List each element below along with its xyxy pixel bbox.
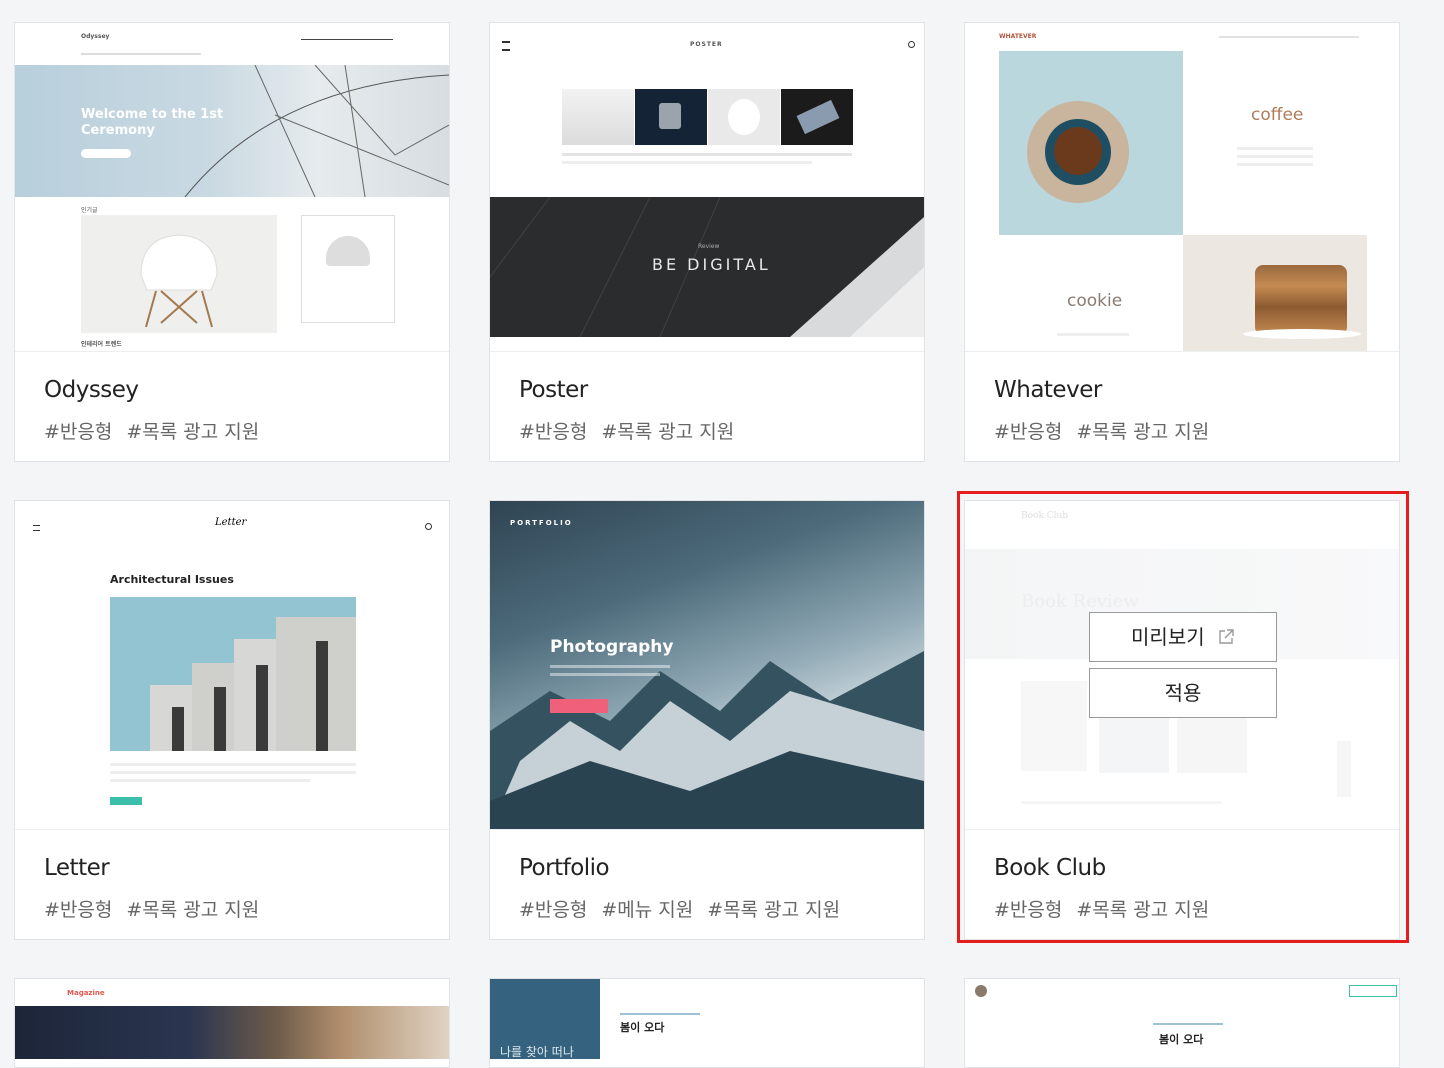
theme-info: Letter #반응형 #목록 광고 지원: [15, 829, 449, 940]
thumb-coffee-image: [999, 51, 1183, 235]
theme-card-row3-right[interactable]: 봄이 오다: [964, 978, 1400, 1068]
theme-card-magazine[interactable]: Magazine: [14, 978, 450, 1068]
thumb-hero: Welcome to the 1st Ceremony: [15, 65, 449, 197]
thumb-section: 인테리어 트렌드: [81, 341, 122, 348]
theme-tags: #반응형 #목록 광고 지원: [44, 895, 273, 922]
theme-tags: #반응형 #메뉴 지원 #목록 광고 지원: [519, 895, 854, 922]
menu-icon: [502, 41, 510, 51]
theme-info: Poster #반응형 #목록 광고 지원: [490, 351, 924, 462]
theme-card-poster[interactable]: POSTER Review BE DIGITAL Poster #반응형 #목록 …: [489, 22, 925, 462]
theme-name: Odyssey: [44, 377, 139, 403]
theme-name: Letter: [44, 855, 110, 881]
tag: #반응형: [44, 899, 113, 921]
thumb-brand: POSTER: [690, 41, 723, 48]
tag: #메뉴 지원: [601, 899, 694, 921]
theme-name: Portfolio: [519, 855, 610, 881]
avatar: [975, 985, 987, 997]
tag: #목록 광고 지원: [601, 421, 735, 443]
thumb-heading: Photography: [550, 637, 674, 657]
tag: #목록 광고 지원: [1076, 421, 1210, 443]
theme-thumbnail: WHATEVER coffee cookie: [965, 23, 1399, 351]
thumb-heading: Welcome to the 1st Ceremony: [81, 107, 224, 138]
thumb-building-image: [110, 597, 356, 751]
theme-info: Odyssey #반응형 #목록 광고 지원: [15, 351, 449, 462]
thumb-heading: 봄이 오다: [1159, 1033, 1204, 1046]
thumb-brand: WHATEVER: [999, 33, 1037, 40]
search-icon: [425, 523, 432, 530]
theme-tags: #반응형 #목록 광고 지원: [44, 417, 273, 444]
thumb-heading: 봄이 오다: [620, 1021, 665, 1034]
search-icon: [908, 41, 915, 48]
thumb-brand: Odyssey: [81, 33, 110, 40]
theme-thumbnail: PORTFOLIO Photography: [490, 501, 924, 829]
thumb-cookie-image: [1183, 235, 1367, 351]
thumb-brand: PORTFOLIO: [510, 519, 573, 527]
thumb-heading: Architectural Issues: [110, 573, 234, 586]
theme-info: Whatever #반응형 #목록 광고 지원: [965, 351, 1399, 462]
thumb-banner: Review BE DIGITAL: [490, 197, 924, 337]
tag: #목록 광고 지원: [707, 899, 841, 921]
thumb-search-bar: [301, 39, 393, 40]
theme-card-row3-middle[interactable]: 나를 찾아 떠나 봄이 오다: [489, 978, 925, 1068]
tag: #목록 광고 지원: [126, 421, 260, 443]
theme-card-letter[interactable]: Letter Architectural Issues Letter #반응형 #…: [14, 500, 450, 940]
tag: #반응형: [519, 899, 588, 921]
thumb-brand: Magazine: [67, 989, 105, 997]
theme-card-whatever[interactable]: WHATEVER coffee cookie Whatever #반응형 #목록 …: [964, 22, 1400, 462]
theme-info: Portfolio #반응형 #메뉴 지원 #목록 광고 지원: [490, 829, 924, 940]
menu-icon: [33, 525, 40, 531]
theme-thumbnail: Letter Architectural Issues: [15, 501, 449, 829]
theme-name: Whatever: [994, 377, 1102, 403]
tag: #반응형: [519, 421, 588, 443]
theme-thumbnail: Magazine: [15, 979, 449, 1059]
theme-card-odyssey[interactable]: Odyssey Welcome to the 1st Ceremony 인기글 …: [14, 22, 450, 462]
thumb-chair-image: [81, 215, 277, 333]
theme-thumbnail: POSTER Review BE DIGITAL: [490, 23, 924, 351]
thumb-brand: Letter: [215, 517, 247, 528]
theme-name: Poster: [519, 377, 588, 403]
tag: #반응형: [44, 421, 113, 443]
theme-thumbnail: 나를 찾아 떠나 봄이 오다: [490, 979, 924, 1059]
thumb-heading: BE DIGITAL: [652, 255, 771, 274]
theme-tags: #반응형 #목록 광고 지원: [994, 417, 1223, 444]
theme-card-portfolio[interactable]: PORTFOLIO Photography Portfolio #반응형 #메뉴 …: [489, 500, 925, 940]
theme-thumbnail: 봄이 오다: [965, 979, 1399, 1059]
tag: #반응형: [994, 421, 1063, 443]
tag: #목록 광고 지원: [126, 899, 260, 921]
theme-thumbnail: Odyssey Welcome to the 1st Ceremony 인기글 …: [15, 23, 449, 351]
selection-highlight: [957, 491, 1409, 943]
theme-tags: #반응형 #목록 광고 지원: [519, 417, 748, 444]
